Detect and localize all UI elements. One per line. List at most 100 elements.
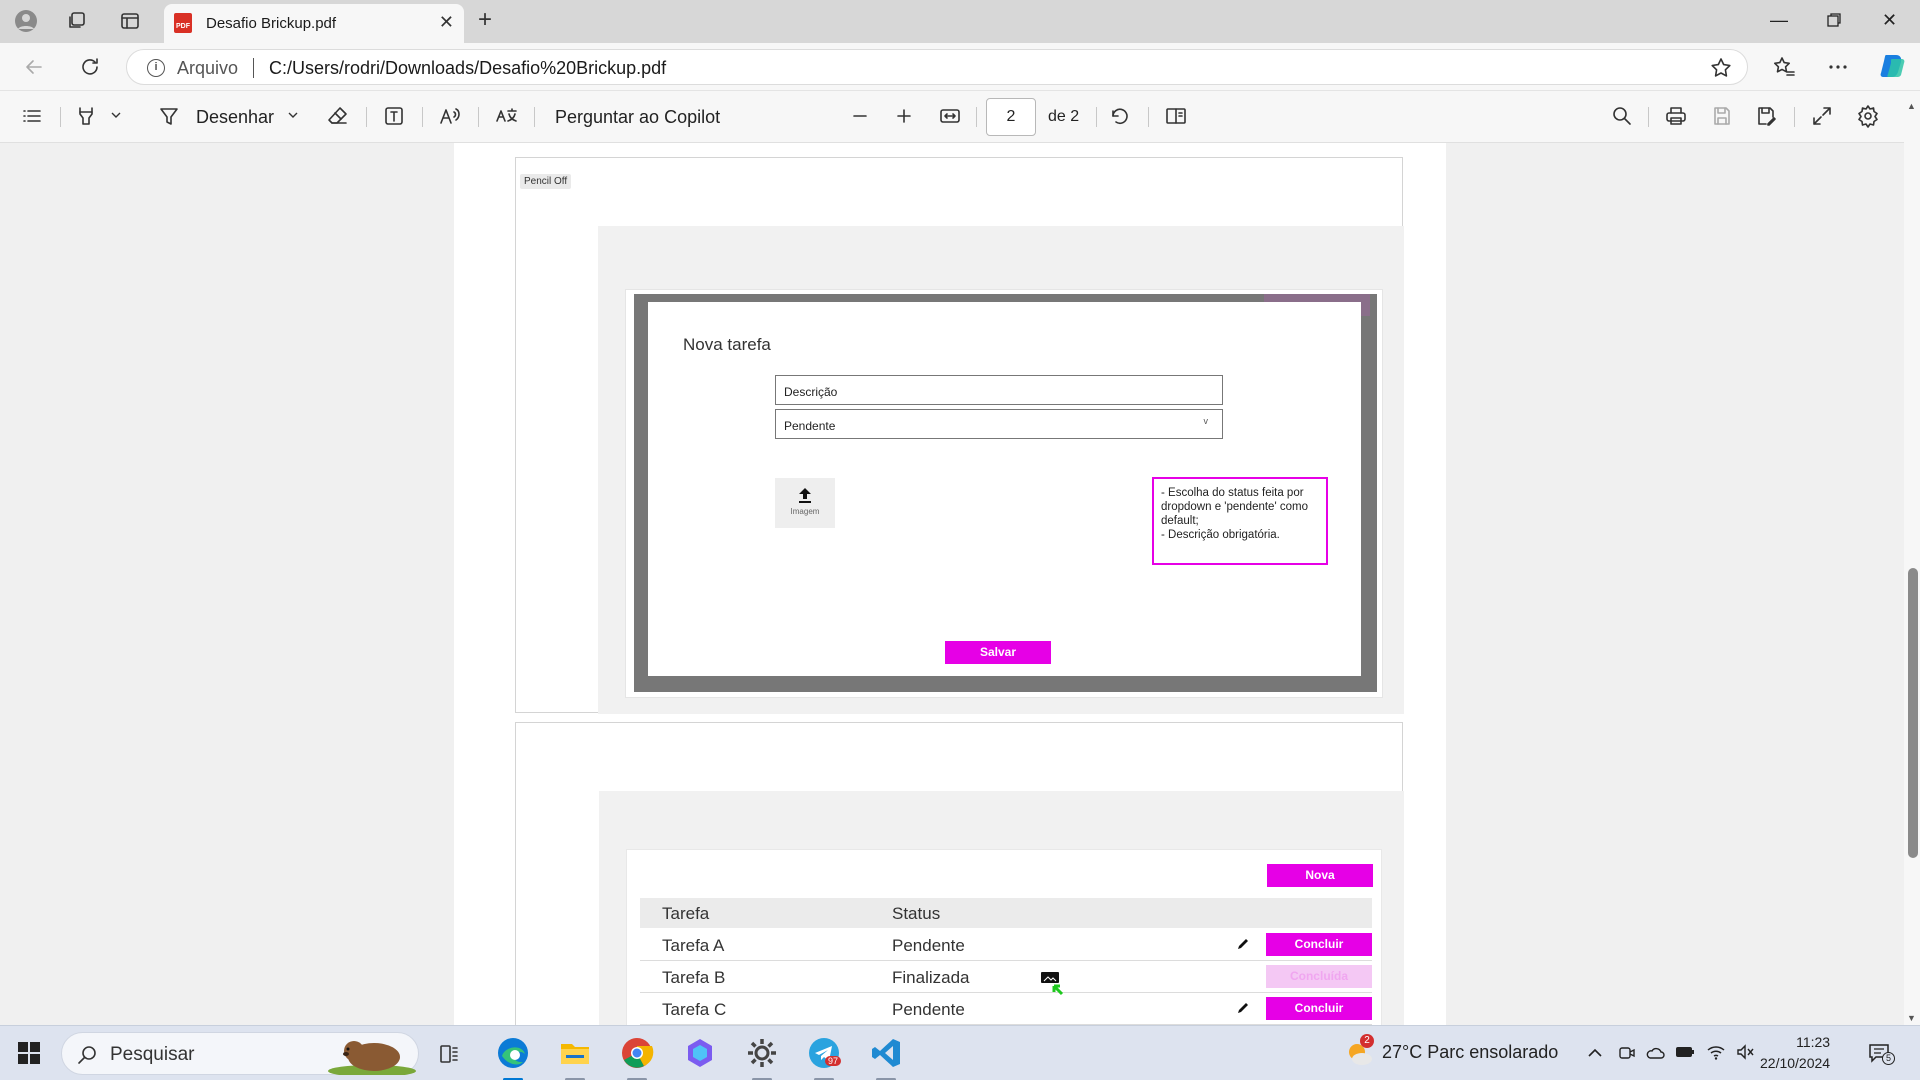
meet-now-icon[interactable] [1618,1044,1636,1062]
print-icon[interactable] [1664,104,1688,128]
draw-icon[interactable] [157,104,181,128]
close-window-icon[interactable]: ✕ [1882,10,1897,31]
scrollbar-thumb[interactable] [1908,568,1918,858]
complete-button[interactable]: Concluir [1266,997,1372,1020]
chevron-down-icon: v [1203,416,1209,426]
back-icon[interactable] [22,55,46,79]
new-task-button[interactable]: Nova [1267,864,1373,887]
profile-icon[interactable] [14,9,38,33]
task-view-icon[interactable] [437,1042,461,1066]
volume-muted-icon[interactable] [1736,1043,1756,1061]
chrome-icon[interactable] [620,1036,654,1070]
description-input[interactable]: Descrição [775,375,1223,405]
table-row: Tarefa A Pendente Concluir [640,930,1372,961]
text-box-icon[interactable] [382,104,406,128]
site-info-icon[interactable]: i [147,59,165,77]
save-button[interactable]: Salvar [945,641,1051,664]
taskbar-search-input[interactable]: Pesquisar [61,1032,419,1075]
requirements-note: - Escolha do status feita por dropdown e… [1152,477,1328,565]
file-explorer-icon[interactable] [558,1036,592,1070]
notification-badge: 5 [1882,1052,1895,1065]
toolbar-divider [1096,107,1097,127]
page-view-icon[interactable] [1164,104,1188,128]
notification-center-icon[interactable]: 5 [1868,1042,1895,1065]
toolbar-divider [366,107,367,127]
pdf-viewer[interactable]: Pencil Off Nova tarefa Descrição Pendent… [0,143,1920,1025]
settings-app-icon[interactable] [745,1036,779,1070]
windows-start-icon[interactable] [18,1042,40,1064]
workspaces-icon[interactable] [65,9,89,33]
save-icon[interactable] [1710,104,1734,128]
task-status: Pendente [892,1000,965,1019]
toolbar-divider [478,107,479,127]
complete-button[interactable]: Concluir [1266,933,1372,956]
modal-title: Nova tarefa [683,335,771,354]
minimize-icon[interactable]: — [1770,10,1788,31]
pencil-off-label: Pencil Off [520,174,572,189]
pdf-toolbar: Desenhar Perguntar ao Copilot 2 de 2 [0,91,1920,143]
ask-copilot-button[interactable]: Perguntar ao Copilot [555,107,720,128]
clock-time: 11:23 [1796,1034,1831,1050]
status-dropdown-value: Pendente [784,419,836,433]
fit-width-icon[interactable] [938,104,962,128]
eraser-icon[interactable] [326,104,350,128]
new-tab-icon[interactable]: + [478,8,492,32]
table-row: Tarefa B Finalizada Concluída [640,962,1372,996]
zoom-out-icon[interactable] [848,104,872,128]
tab-title: Desafio Brickup.pdf [206,15,337,32]
rotate-icon[interactable] [1108,104,1132,128]
more-options-icon[interactable] [1826,55,1850,79]
edit-pencil-icon[interactable] [1236,937,1250,951]
table-row: Tarefa C Pendente Concluir [640,994,1372,1025]
active-tab[interactable]: PDF Desafio Brickup.pdf ✕ [164,4,464,43]
zoom-in-icon[interactable] [892,104,916,128]
restore-icon[interactable] [1826,10,1842,28]
search-placeholder: Pesquisar [110,1044,195,1065]
save-as-icon[interactable] [1754,104,1778,128]
favorites-icon[interactable] [1772,55,1796,79]
vertical-scrollbar[interactable]: ▲ ▼ [1904,91,1920,1025]
telegram-icon[interactable]: 97 [807,1036,842,1070]
image-upload-button[interactable]: Imagem [775,478,835,528]
vscode-icon[interactable] [869,1036,903,1070]
toolbar-divider [1794,107,1795,127]
draw-label[interactable]: Desenhar [196,107,274,128]
search-icon[interactable] [1610,104,1634,128]
scroll-down-icon[interactable]: ▼ [1907,1013,1916,1023]
weather-text[interactable]: 27°C Parc ensolarado [1382,1042,1558,1063]
url-field[interactable]: i Arquivo C:/Users/rodri/Downloads/Desaf… [126,49,1748,85]
draw-chevron-down-icon[interactable] [287,109,299,121]
note-line: - Descrição obrigatória. [1161,529,1280,541]
upload-label: Imagem [790,507,820,516]
copilot-icon[interactable] [1878,51,1908,81]
translate-icon[interactable] [494,104,518,128]
taskbar-clock[interactable]: 11:23 22/10/2024 [1760,1032,1830,1074]
read-aloud-icon[interactable] [438,104,462,128]
toolbar-divider [1148,107,1149,127]
contents-list-icon[interactable] [20,104,44,128]
toolbar-divider [976,107,977,127]
status-dropdown[interactable]: Pendente v [775,409,1223,439]
edit-pencil-icon[interactable] [1236,1001,1250,1015]
toolbar-divider [422,107,423,127]
highlight-icon[interactable] [74,104,98,128]
close-tab-icon[interactable]: ✕ [439,12,454,33]
toolbar-divider [534,107,535,127]
settings-gear-icon[interactable] [1856,104,1880,128]
page-number-input[interactable]: 2 [986,98,1036,136]
weather-badge: 2 [1360,1034,1374,1048]
url-text[interactable]: C:/Users/rodri/Downloads/Desafio%20Brick… [269,58,666,79]
vertical-tabs-icon[interactable] [118,9,142,33]
wifi-icon[interactable] [1706,1043,1726,1061]
battery-icon[interactable] [1675,1045,1695,1059]
scroll-up-icon[interactable]: ▲ [1907,101,1916,111]
highlight-chevron-down-icon[interactable] [110,109,122,121]
fullscreen-icon[interactable] [1810,104,1834,128]
weather-icon[interactable]: 2 [1344,1034,1374,1068]
favorite-star-icon[interactable] [1709,56,1733,80]
refresh-icon[interactable] [78,55,102,79]
onedrive-icon[interactable] [1645,1044,1665,1062]
copilot-app-icon[interactable] [683,1036,717,1070]
edge-browser-icon[interactable] [496,1036,530,1070]
show-hidden-icons-icon[interactable] [1586,1044,1604,1062]
